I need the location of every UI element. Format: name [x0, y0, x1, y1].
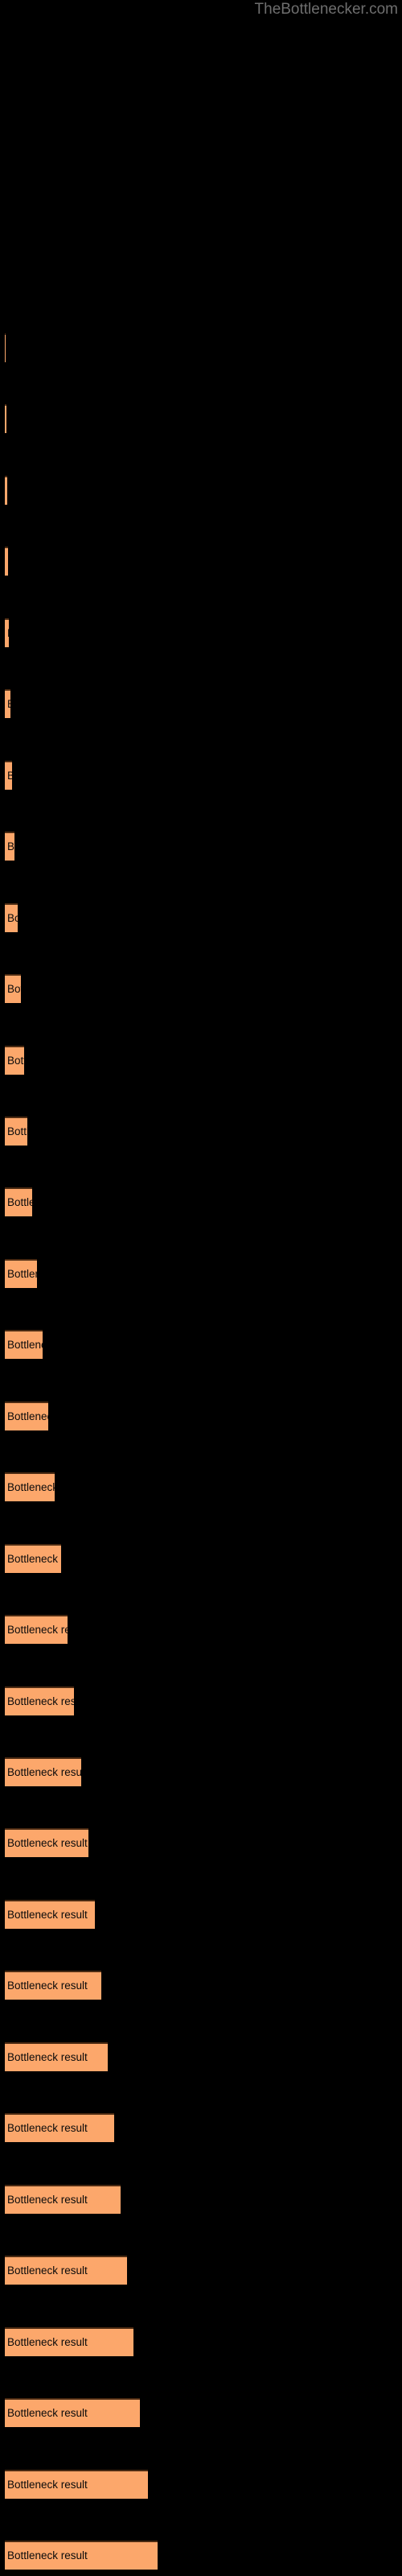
- bar-row: Bottleneck result: [5, 1828, 88, 1858]
- bar-row: Bottleneck result: [5, 760, 12, 790]
- bar-row: Bottleneck result: [5, 2326, 133, 2356]
- bar-label: Bottleneck result: [7, 2193, 88, 2206]
- bar-label: Bottleneck result: [7, 1196, 32, 1209]
- bar-row: Bottleneck result: [5, 2398, 140, 2428]
- bar-label: Bottleneck result: [7, 983, 21, 996]
- bar-label: Bottleneck result: [7, 840, 14, 853]
- bar-row: Bottleneck result: [5, 902, 18, 932]
- bar-row: Bottleneck result: [5, 1187, 32, 1217]
- page-root: TheBottlenecker.com Bottleneck resultBot…: [0, 0, 402, 2576]
- bar-label: Bottleneck result: [7, 1837, 88, 1850]
- bar-chart: Bottleneck result Bottleneck result Bottle…: [0, 0, 402, 2576]
- bar-label: Bottleneck result: [7, 1410, 48, 1422]
- bar-label: Bottleneck result: [7, 911, 18, 924]
- bar-label: Bottleneck result: [7, 1766, 81, 1779]
- bar-label: Bottleneck result: [7, 1054, 24, 1067]
- bar-row: Bottleneck result: [5, 547, 8, 576]
- bar-row: Bottleneck result: [5, 832, 14, 861]
- bar-row: Bottleneck result: [5, 1258, 37, 1288]
- bar[interactable]: Bottleneck result: [5, 974, 21, 1004]
- bar-label: Bottleneck result: [7, 2122, 88, 2135]
- bar-row: Bottleneck result: [5, 2256, 127, 2285]
- bar-row: Bottleneck result: [5, 1757, 81, 1787]
- bar-label: Bottleneck result: [7, 2335, 88, 2348]
- bar[interactable]: Bottleneck result: [5, 1401, 48, 1430]
- bar-row: Bottleneck result: [5, 2113, 114, 2143]
- bar-label: Bottleneck result: [7, 1624, 68, 1637]
- bar-row: Bottleneck result: [5, 1330, 43, 1360]
- bar[interactable]: Bottleneck result: [5, 617, 9, 647]
- bar[interactable]: Bottleneck result: [5, 1330, 43, 1360]
- bar-row: Bottleneck result: [5, 689, 10, 719]
- bar-label: Bottleneck result: [7, 2478, 88, 2491]
- bar-row: Bottleneck result: [5, 2184, 121, 2214]
- bar-row: Bottleneck result: [5, 1045, 24, 1075]
- bar-label: Bottleneck result: [7, 1125, 27, 1137]
- bar-row: Bottleneck result: [5, 617, 9, 647]
- bar-label: Bottleneck result: [7, 2264, 88, 2277]
- bar[interactable]: Bottleneck result: [5, 1757, 81, 1787]
- bar[interactable]: Bottleneck result: [5, 2469, 148, 2499]
- bar[interactable]: Bottleneck result: [5, 760, 12, 790]
- bar[interactable]: Bottleneck result: [5, 1116, 27, 1146]
- bar-label: Bottleneck result: [7, 2407, 88, 2420]
- bar-row: Bottleneck result: [5, 1401, 48, 1430]
- bar[interactable]: Bottleneck result: [5, 1899, 95, 1929]
- bar-row: Bottleneck result: [5, 1543, 61, 1573]
- bar[interactable]: Bottleneck result: [5, 1615, 68, 1645]
- bar[interactable]: Bottleneck result: [5, 1045, 24, 1075]
- bar-label: Bottleneck result: [7, 1695, 74, 1707]
- bar-label: Bottleneck result: [7, 770, 12, 782]
- bar-label: Bottleneck result: [7, 1552, 61, 1565]
- bar[interactable]: Bottleneck result: [5, 832, 14, 861]
- bar[interactable]: Bottleneck result: [5, 1971, 101, 2000]
- bar-row: Bottleneck result: [5, 1472, 55, 1502]
- bar-row: Bottleneck result: [5, 475, 7, 505]
- bar-row: Bottleneck result: [5, 1686, 74, 1715]
- bar[interactable]: Bottleneck result: [5, 2113, 114, 2143]
- bar-row: Bottleneck result: [5, 1116, 27, 1146]
- bar[interactable]: Bottleneck result: [5, 2184, 121, 2214]
- bar[interactable]: Bottleneck result: [5, 404, 6, 434]
- bar-row: Bottleneck result: [5, 2469, 148, 2499]
- bar-label: Bottleneck result: [7, 1267, 37, 1280]
- bar[interactable]: Bottleneck result: [5, 2541, 158, 2570]
- bar-label: Bottleneck result: [7, 1339, 43, 1352]
- bar-label: Bottleneck result: [7, 1979, 88, 1992]
- bar[interactable]: Bottleneck result: [5, 1187, 32, 1217]
- bar[interactable]: Bottleneck result: [5, 2398, 140, 2428]
- bar-row: Bottleneck result: [5, 333, 6, 362]
- bar-row: Bottleneck result: [5, 404, 6, 434]
- bar[interactable]: Bottleneck result: [5, 1258, 37, 1288]
- bar-label: Bottleneck result: [7, 2050, 88, 2063]
- bar[interactable]: Bottleneck result: [5, 902, 18, 932]
- bar[interactable]: Bottleneck result: [5, 2256, 127, 2285]
- bar-label: Bottleneck result: [7, 1908, 88, 1921]
- bar-row: Bottleneck result: [5, 974, 21, 1004]
- bar-row: Bottleneck result: [5, 1615, 68, 1645]
- bar[interactable]: Bottleneck result: [5, 1472, 55, 1502]
- bar[interactable]: Bottleneck result: [5, 1828, 88, 1858]
- bar[interactable]: Bottleneck result: [5, 2326, 133, 2356]
- bar-row: Bottleneck result: [5, 1899, 95, 1929]
- bar[interactable]: Bottleneck result: [5, 475, 7, 505]
- bar[interactable]: Bottleneck result: [5, 2041, 108, 2071]
- bar[interactable]: Bottleneck result: [5, 689, 10, 719]
- bar-label: Bottleneck result: [7, 555, 8, 568]
- bar-row: Bottleneck result: [5, 2541, 158, 2570]
- bar[interactable]: Bottleneck result: [5, 1686, 74, 1715]
- bar-row: Bottleneck result: [5, 2041, 108, 2071]
- bar-label: Bottleneck result: [7, 2549, 88, 2562]
- bar-label: Bottleneck result: [7, 1481, 55, 1494]
- bar-label: Bottleneck result: [7, 627, 9, 640]
- bar[interactable]: Bottleneck result: [5, 547, 8, 576]
- bar[interactable]: Bottleneck result: [5, 1543, 61, 1573]
- bar-row: Bottleneck result: [5, 1971, 101, 2000]
- bar[interactable]: Bottleneck result: [5, 333, 6, 362]
- bar-label: Bottleneck result: [7, 698, 10, 711]
